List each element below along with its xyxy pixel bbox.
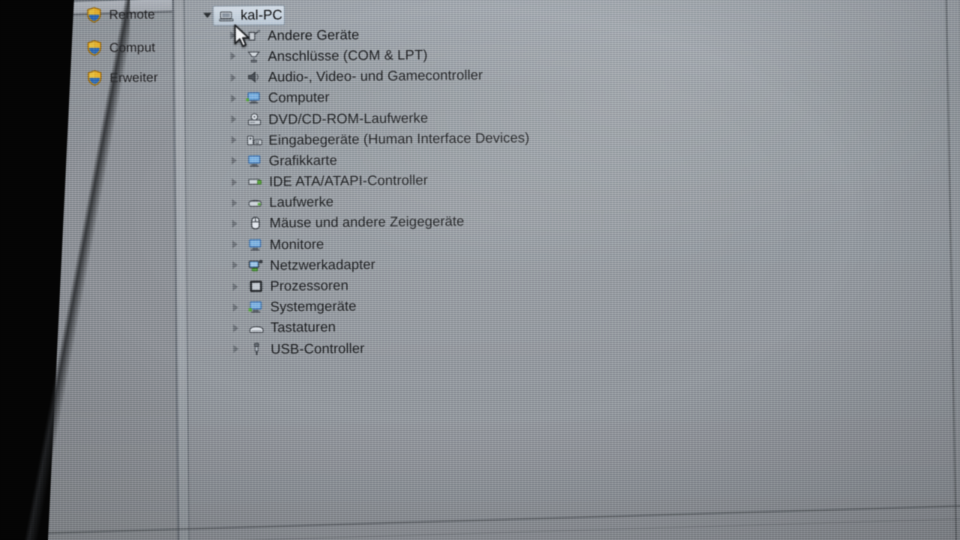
tree-node-label: Tastaturen (270, 319, 336, 336)
triangle-glyph (203, 12, 212, 19)
usb-icon (248, 341, 266, 357)
expand-triangle-closed-icon[interactable] (232, 239, 242, 249)
mouse-icon (247, 216, 265, 232)
expand-triangle-closed-icon[interactable] (232, 218, 242, 228)
tree-node-label: kal-PC (240, 6, 283, 23)
expand-triangle-closed-icon[interactable] (230, 93, 241, 103)
triangle-glyph (230, 94, 237, 103)
tree-node-label: Anschlüsse (COM & LPT) (267, 46, 428, 64)
expand-triangle-closed-icon[interactable] (230, 51, 241, 61)
expand-triangle-closed-icon[interactable] (231, 198, 242, 208)
expand-triangle-closed-icon[interactable] (231, 177, 242, 187)
device-manager-tree-window: kal-PC Andere Geräte Anschlüsse (COM & LPT… (171, 0, 960, 540)
monitor-icon (247, 237, 265, 253)
triangle-glyph (231, 156, 237, 166)
shield-icon (86, 7, 102, 24)
expand-triangle-closed-icon[interactable] (231, 156, 242, 166)
mouse-cursor-icon (234, 24, 250, 47)
ide-controller-icon (246, 174, 264, 190)
tree-node-label: USB-Controller (270, 340, 365, 357)
expand-triangle-closed-icon[interactable] (233, 323, 243, 333)
tree-view[interactable]: kal-PC Andere Geräte Anschlüsse (COM & LPT… (183, 0, 960, 540)
sidebar-item-label: Remote (109, 7, 156, 23)
triangle-glyph (232, 303, 239, 312)
expand-triangle-closed-icon[interactable] (232, 302, 243, 312)
computer-icon (218, 7, 236, 23)
sidebar-item-label: Comput (109, 40, 156, 56)
computer-node-icon (245, 90, 263, 106)
photographed-screen: Remote Comput Erweiter kal-PC Andere Geräte… (0, 0, 960, 540)
sidebar-item-comput[interactable]: Comput (87, 39, 156, 56)
optical-drive-icon (246, 111, 264, 127)
keyboard-icon (248, 320, 266, 336)
display-adapter-icon (246, 153, 264, 169)
tree-node-label: Andere Geräte (267, 26, 360, 44)
triangle-glyph (232, 240, 238, 249)
triangle-glyph (232, 282, 238, 291)
hid-icon (246, 132, 264, 148)
network-adapter-icon (247, 257, 265, 273)
shield-icon (87, 70, 103, 87)
shield-icon (87, 40, 103, 57)
disk-drive-icon (246, 195, 264, 211)
sidebar-item-erweiter[interactable]: Erweiter (87, 69, 158, 86)
tree-node-label: Netzwerkadapter (269, 256, 376, 273)
tree-node-label: Computer (268, 89, 330, 106)
tree-node-label: Mäuse und andere Zeigegeräte (269, 213, 465, 232)
sound-icon (245, 69, 263, 85)
tree-node-label: Prozessoren (269, 277, 349, 294)
expand-triangle-closed-icon[interactable] (231, 135, 241, 145)
ports-icon (245, 48, 263, 64)
tree-node-label: IDE ATA/ATAPI-Controller (268, 172, 428, 190)
tree-node-label: Audio-, Video- und Gamecontroller (267, 67, 483, 85)
triangle-glyph (231, 135, 237, 145)
processor-icon (247, 278, 265, 294)
triangle-glyph (233, 344, 239, 354)
tree-node-label: Systemgeräte (270, 298, 357, 315)
triangle-glyph (231, 177, 237, 187)
screenshot-root: Remote Comput Erweiter kal-PC Andere Geräte… (0, 0, 960, 540)
sidebar-item-label: Erweiter (109, 70, 159, 86)
tree-node-label: Grafikkarte (268, 152, 338, 169)
expand-triangle-closed-icon[interactable] (231, 114, 241, 124)
expand-triangle-closed-icon[interactable] (233, 344, 243, 354)
triangle-glyph (232, 261, 238, 270)
expand-triangle-closed-icon[interactable] (230, 72, 241, 82)
tree-node-label: Laufwerke (269, 194, 334, 211)
triangle-glyph (231, 198, 238, 207)
desktop-surface: Remote Comput Erweiter kal-PC Andere Geräte… (0, 0, 960, 540)
triangle-glyph (230, 52, 236, 61)
tree-rows: kal-PC Andere Geräte Anschlüsse (COM & LPT… (185, 0, 960, 360)
triangle-glyph (233, 323, 239, 333)
expand-triangle-closed-icon[interactable] (232, 281, 243, 291)
tree-node-label: Monitore (269, 235, 325, 252)
tree-node-label: DVD/CD-ROM-Laufwerke (268, 109, 429, 127)
system-device-icon (247, 299, 265, 315)
sidebar-item-remote[interactable]: Remote (86, 6, 155, 23)
triangle-glyph (232, 219, 238, 228)
triangle-glyph (231, 115, 237, 124)
expand-triangle-closed-icon[interactable] (232, 260, 243, 270)
triangle-glyph (230, 73, 236, 82)
tree-node-label: Eingabegeräte (Human Interface Devices) (268, 129, 530, 148)
